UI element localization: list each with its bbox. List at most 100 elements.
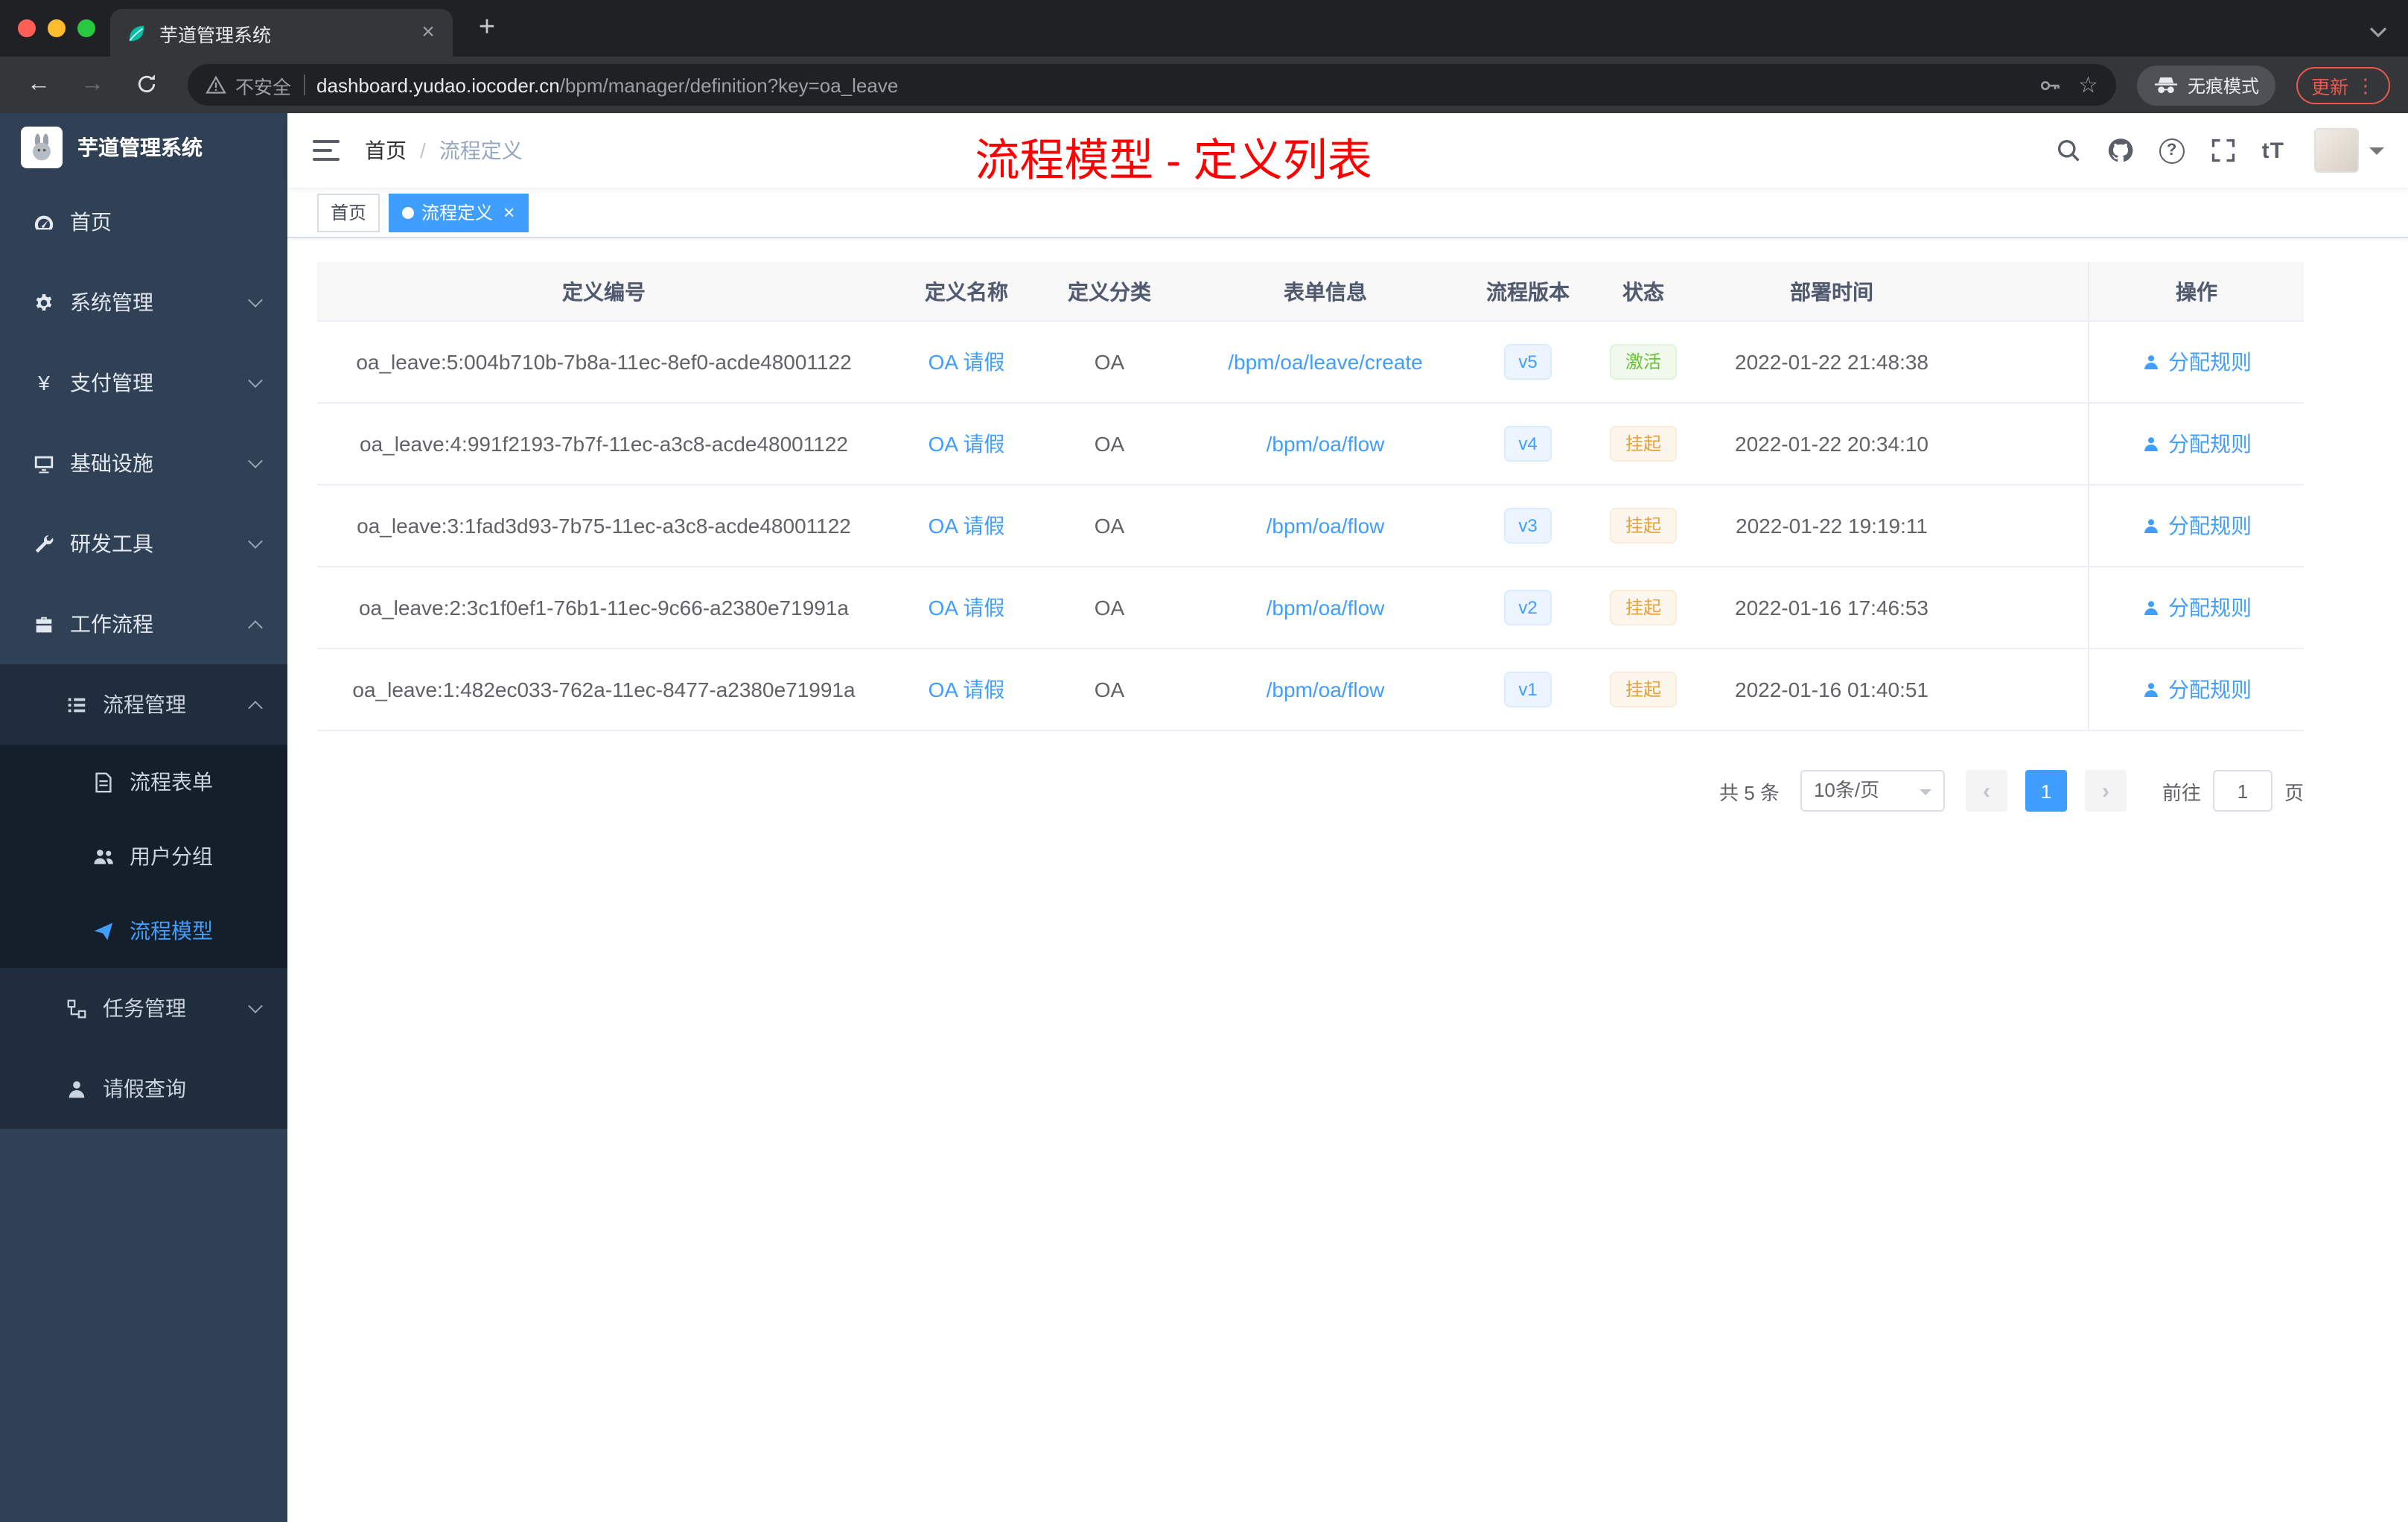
cell-category: OA [1094, 432, 1125, 456]
definition-name-link[interactable]: OA 请假 [929, 347, 1005, 377]
tab-search-chevron-icon[interactable] [2369, 19, 2387, 38]
cell-spacer [1958, 485, 2088, 566]
chevron-down-icon [248, 373, 263, 388]
chevron-down-icon [248, 999, 263, 1013]
tab-close-icon[interactable]: × [415, 19, 441, 45]
sidebar-item-user-group[interactable]: 用户分组 [0, 819, 287, 894]
form-link[interactable]: /bpm/oa/leave/create [1228, 350, 1423, 374]
sidebar-item-label: 请假查询 [103, 1077, 186, 1101]
avatar [2314, 128, 2359, 173]
password-key-icon[interactable] [2038, 74, 2060, 96]
form-link[interactable]: /bpm/oa/flow [1267, 678, 1385, 701]
app-logo [21, 127, 63, 168]
font-size-icon[interactable]: tT [2262, 138, 2284, 163]
assign-rule-button[interactable]: 分配规则 [2141, 511, 2252, 541]
sidebar-logo-row[interactable]: 芋道管理系统 [0, 113, 287, 182]
page-size-select[interactable]: 10条/页 [1800, 770, 1945, 812]
tag-home[interactable]: 首页 [317, 193, 380, 232]
breadcrumb-current: 流程定义 [439, 138, 523, 162]
sidebar-item-task-management[interactable]: 任务管理 [0, 968, 287, 1048]
omnibox-divider [303, 74, 305, 95]
table-header-row: 定义编号 定义名称 定义分类 表单信息 流程版本 状态 部署时间 操作 [317, 262, 2304, 322]
goto-page-input[interactable] [2212, 770, 2272, 812]
pagination-total: 共 5 条 [1719, 781, 1780, 803]
tag-close-icon[interactable]: × [503, 201, 515, 223]
form-link[interactable]: /bpm/oa/flow [1267, 432, 1385, 456]
cell-deploy-time: 2022-01-16 01:40:51 [1735, 678, 1928, 701]
sidebar-item-label: 流程表单 [130, 770, 213, 794]
reload-button[interactable] [125, 64, 167, 106]
pagination: 共 5 条 10条/页 ‹ 1 › 前往 页 [317, 770, 2304, 812]
assign-rule-button[interactable]: 分配规则 [2141, 593, 2252, 623]
address-bar[interactable]: 不安全 dashboard.yudao.iocoder.cn/bpm/manag… [188, 64, 2116, 106]
cell-deploy-time: 2022-01-16 17:46:53 [1735, 596, 1928, 620]
active-dot-icon [402, 206, 415, 218]
prev-page-button[interactable]: ‹ [1965, 770, 2007, 812]
tag-label: 首页 [331, 203, 367, 223]
definition-name-link[interactable]: OA 请假 [929, 593, 1005, 623]
chevron-down-icon [248, 534, 263, 549]
user-icon [2144, 682, 2158, 696]
browser-tab[interactable]: 芋道管理系统 × [110, 9, 453, 57]
fullscreen-icon[interactable] [2210, 137, 2237, 164]
security-indicator[interactable]: 不安全 [206, 71, 291, 99]
tag-process-definition[interactable]: 流程定义 × [389, 193, 529, 232]
assign-rule-button[interactable]: 分配规则 [2141, 347, 2252, 377]
hamburger-icon[interactable] [311, 138, 341, 162]
window-controls [0, 19, 110, 57]
version-badge: v2 [1503, 590, 1552, 625]
assign-rule-button[interactable]: 分配规则 [2141, 429, 2252, 459]
github-icon[interactable] [2107, 137, 2134, 164]
assign-rule-button[interactable]: 分配规则 [2141, 675, 2252, 704]
sidebar-item-system[interactable]: 系统管理 [0, 262, 287, 343]
version-badge: v1 [1503, 672, 1552, 707]
search-icon[interactable] [2055, 137, 2082, 164]
chevron-down-icon [248, 293, 263, 308]
sidebar-item-workflow[interactable]: 工作流程 [0, 584, 287, 664]
sidebar-item-payment[interactable]: ¥ 支付管理 [0, 343, 287, 423]
monitor-icon [33, 452, 55, 474]
sidebar-item-process-form[interactable]: 流程表单 [0, 745, 287, 819]
sidebar-item-home[interactable]: 首页 [0, 182, 287, 262]
forward-button[interactable]: → [71, 64, 113, 106]
window-close-button[interactable] [18, 19, 36, 37]
bookmark-star-icon[interactable]: ☆ [2078, 74, 2098, 96]
sidebar-item-process-model[interactable]: 流程模型 [0, 894, 287, 968]
cell-category: OA [1094, 350, 1125, 374]
sidebar-item-dev-tools[interactable]: 研发工具 [0, 503, 287, 584]
back-button[interactable]: ← [18, 64, 60, 106]
sidebar-item-label: 任务管理 [103, 996, 186, 1020]
new-tab-button[interactable]: + [468, 9, 506, 48]
sidebar-item-label: 流程管理 [103, 692, 186, 716]
users-icon [92, 845, 115, 867]
sidebar-item-leave-query[interactable]: 请假查询 [0, 1048, 287, 1129]
window-minimize-button[interactable] [48, 19, 66, 37]
browser-toolbar: ← → 不安全 dashboard.yudao.iocoder.cn/bpm/m… [0, 57, 2408, 113]
form-link[interactable]: /bpm/oa/flow [1267, 514, 1385, 538]
breadcrumb: 首页 / 流程定义 [365, 136, 523, 165]
definition-name-link[interactable]: OA 请假 [929, 429, 1005, 459]
sidebar-item-label: 基础设施 [70, 451, 153, 475]
navbar-actions: ? tT [2055, 128, 2384, 173]
list-icon [66, 693, 88, 716]
definition-name-link[interactable]: OA 请假 [929, 675, 1005, 704]
table-row: oa_leave:3:1fad3d93-7b75-11ec-a3c8-acde4… [317, 485, 2304, 567]
next-page-button[interactable]: › [2084, 770, 2127, 812]
definition-name-link[interactable]: OA 请假 [929, 511, 1005, 541]
cell-spacer [1958, 404, 2088, 484]
window-zoom-button[interactable] [77, 19, 95, 37]
breadcrumb-home[interactable]: 首页 [365, 136, 407, 165]
sidebar-item-process-management[interactable]: 流程管理 [0, 664, 287, 745]
form-link[interactable]: /bpm/oa/flow [1267, 596, 1385, 620]
warning-icon [206, 75, 226, 94]
help-icon[interactable]: ? [2159, 138, 2185, 163]
workflow-submenu: 流程管理 流程表单 用户分组 流程模型 任务管理 请假查询 [0, 664, 287, 1129]
main-area: 流程模型 - 定义列表 首页 / 流程定义 ? tT 首页 流程定义 × 定义编… [287, 113, 2408, 1522]
user-icon [2144, 518, 2158, 532]
caret-down-icon [2369, 147, 2384, 162]
user-menu[interactable] [2314, 128, 2384, 173]
page-number-button[interactable]: 1 [2025, 770, 2067, 812]
incognito-label: 无痕模式 [2187, 75, 2259, 96]
sidebar-item-infrastructure[interactable]: 基础设施 [0, 423, 287, 503]
browser-update-button[interactable]: 更新 ⋮ [2296, 66, 2390, 104]
